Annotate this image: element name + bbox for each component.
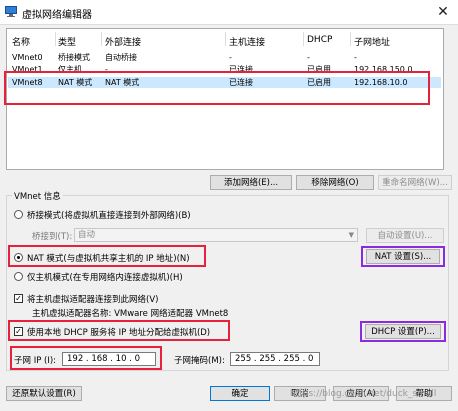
close-icon[interactable]: ✕ bbox=[434, 3, 452, 21]
connect-adapter-checkbox[interactable]: ✓ bbox=[14, 294, 23, 303]
col-divider bbox=[225, 32, 226, 46]
subnet-mask-label: 子网掩码(M): bbox=[174, 356, 225, 366]
vmnet-info-group bbox=[6, 195, 449, 371]
network-editor-icon bbox=[5, 6, 17, 17]
highlight-nat-mode bbox=[8, 245, 206, 267]
col-divider bbox=[101, 32, 102, 46]
col-header-type[interactable]: 类型 bbox=[58, 35, 76, 48]
chevron-down-icon: ▼ bbox=[348, 231, 354, 239]
bridged-mode-label[interactable]: 桥接模式(将虚拟机直接连接到外部网络)(B) bbox=[27, 209, 191, 221]
bridged-to-dropdown[interactable]: 自动 ▼ bbox=[74, 228, 358, 242]
cell-dhcp: - bbox=[307, 53, 310, 62]
host-only-label[interactable]: 仅主机模式(在专用网络内连接虚拟机)(H) bbox=[27, 271, 183, 283]
highlight-vmnet8-row bbox=[4, 71, 430, 105]
col-header-external[interactable]: 外部连接 bbox=[105, 35, 141, 48]
col-header-subnet[interactable]: 子网地址 bbox=[354, 35, 390, 48]
cell-type: 桥接模式 bbox=[58, 53, 90, 62]
add-network-button[interactable]: 添加网络(E)... bbox=[210, 175, 292, 190]
cell-subnet: - bbox=[354, 53, 357, 62]
col-header-host[interactable]: 主机连接 bbox=[229, 35, 265, 48]
subnet-mask-input[interactable]: 255 . 255 . 255 . 0 bbox=[230, 352, 320, 366]
highlight-use-dhcp bbox=[8, 320, 230, 341]
window-title: 虚拟网络编辑器 bbox=[22, 10, 92, 21]
col-divider bbox=[350, 32, 351, 46]
ok-button[interactable]: 确定 bbox=[210, 386, 270, 401]
cell-name: VMnet0 bbox=[12, 53, 43, 62]
cell-host: - bbox=[229, 53, 232, 62]
col-divider bbox=[55, 32, 56, 46]
highlight-subnet-ip bbox=[10, 346, 162, 370]
table-row[interactable]: VMnet0 桥接模式 自动桥接 - - - bbox=[8, 52, 441, 63]
restore-defaults-button[interactable]: 还原默认设置(R) bbox=[6, 386, 82, 401]
host-only-radio[interactable] bbox=[14, 272, 23, 281]
col-header-dhcp[interactable]: DHCP bbox=[307, 35, 332, 45]
highlight-nat-settings bbox=[361, 246, 445, 267]
watermark: https://blog.csdn.net/duck_small bbox=[290, 389, 437, 399]
connect-adapter-label[interactable]: 将主机虚拟适配器连接到此网络(V) bbox=[27, 293, 158, 305]
vmnet-info-label: VMnet 信息 bbox=[12, 190, 63, 202]
col-header-name[interactable]: 名称 bbox=[12, 35, 30, 48]
highlight-dhcp-settings bbox=[360, 321, 446, 342]
adapter-name-text: 主机虚拟适配器名称: VMware 网络适配器 VMnet8 bbox=[32, 309, 229, 319]
rename-network-button[interactable]: 重命名网络(W)... bbox=[378, 175, 452, 190]
cell-external: 自动桥接 bbox=[105, 53, 137, 62]
col-divider bbox=[303, 32, 304, 46]
bridged-to-label: 桥接到(T): bbox=[32, 232, 73, 242]
bridged-mode-radio[interactable] bbox=[14, 210, 23, 219]
remove-network-button[interactable]: 移除网络(O) bbox=[296, 175, 374, 190]
bridged-to-value: 自动 bbox=[78, 230, 96, 240]
auto-settings-button[interactable]: 自动设置(U)... bbox=[366, 228, 444, 243]
